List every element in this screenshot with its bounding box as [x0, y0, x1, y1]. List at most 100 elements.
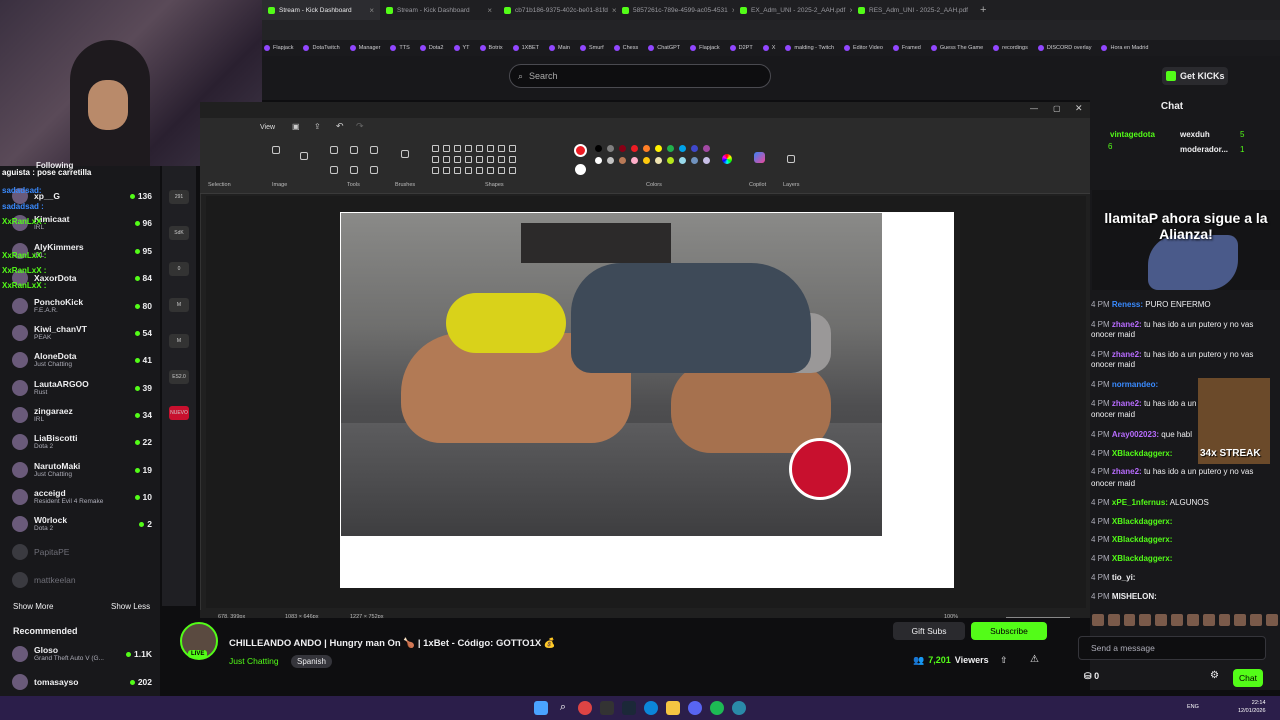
text-tool[interactable] [370, 146, 378, 154]
layers-icon[interactable] [787, 155, 795, 163]
shape-tool[interactable] [465, 156, 472, 163]
bookmark-item[interactable]: Guess The Game [930, 45, 983, 51]
palette-swatch[interactable] [655, 157, 662, 164]
bookmark-item[interactable]: YT [453, 45, 470, 51]
pasted-photo[interactable] [341, 213, 882, 536]
shape-tool[interactable] [454, 167, 461, 174]
recommended-item[interactable]: tomasayso 202 [12, 669, 152, 695]
chat-username[interactable]: zhane2: [1112, 320, 1142, 329]
chat-username[interactable]: tio_yi: [1112, 573, 1136, 582]
crop-tool[interactable] [300, 152, 308, 160]
address-bar[interactable] [260, 20, 1280, 40]
chat-username[interactable]: XBlackdaggerx: [1112, 449, 1172, 458]
windows-start-icon[interactable] [534, 701, 548, 715]
search-input[interactable]: ⌕ Search [509, 64, 771, 88]
shape-tool[interactable] [498, 145, 505, 152]
shape-tool[interactable] [443, 145, 450, 152]
new-tab-button[interactable]: + [980, 4, 986, 16]
select-tool[interactable] [272, 146, 280, 154]
channel-shortcut[interactable]: ES2.0 [169, 370, 189, 384]
palette-swatch[interactable] [595, 157, 602, 164]
palette-swatch[interactable] [703, 145, 710, 152]
following-item[interactable]: Kiwi_chanVT PEAK 54 [12, 320, 152, 346]
chat-username[interactable]: zhane2: [1112, 467, 1142, 476]
chat-input[interactable]: Send a message [1078, 636, 1266, 660]
settings-icon[interactable]: ⚙ [1210, 670, 1219, 681]
minimize-icon[interactable]: — [1030, 104, 1038, 113]
shape-tool[interactable] [432, 167, 439, 174]
following-item[interactable]: NarutoMaki Just Chatting 19 [12, 457, 152, 483]
chat-username[interactable]: Reness: [1112, 300, 1143, 309]
following-item[interactable]: LiaBiscotti Dota 2 22 [12, 429, 152, 455]
magnifier-tool[interactable] [370, 166, 378, 174]
palette-swatch[interactable] [619, 145, 626, 152]
brush-tool[interactable] [401, 150, 409, 158]
show-less-button[interactable]: Show Less [111, 602, 150, 611]
secondary-color-swatch[interactable] [575, 164, 586, 175]
bookmark-item[interactable]: Botrix [479, 45, 503, 51]
chat-username[interactable]: zhane2: [1112, 399, 1142, 408]
following-item[interactable]: AloneDota Just Chatting 41 [12, 347, 152, 373]
bookmark-item[interactable]: Chess [613, 45, 638, 51]
shape-tool[interactable] [476, 156, 483, 163]
channel-shortcut[interactable]: M [169, 334, 189, 348]
shape-tool[interactable] [443, 167, 450, 174]
palette-swatch[interactable] [607, 145, 614, 152]
chat-username[interactable]: zhane2: [1112, 350, 1142, 359]
channel-shortcut[interactable]: M [169, 298, 189, 312]
palette-swatch[interactable] [703, 157, 710, 164]
palette-swatch[interactable] [667, 145, 674, 152]
palette-swatch[interactable] [691, 145, 698, 152]
channel-shortcut[interactable]: 291 [169, 190, 189, 204]
shape-tool[interactable] [498, 167, 505, 174]
following-item[interactable]: W0rlock Dota 2 2 [12, 511, 152, 537]
spotify-icon[interactable] [710, 701, 724, 715]
folder-icon[interactable] [666, 701, 680, 715]
chat-username[interactable]: Aray002023: [1112, 430, 1159, 439]
pencil-tool[interactable] [330, 146, 338, 154]
edge-icon[interactable] [644, 701, 658, 715]
fill-tool[interactable] [350, 146, 358, 154]
subscribe-button[interactable]: Subscribe [971, 622, 1047, 640]
shape-tool[interactable] [454, 145, 461, 152]
chat-username[interactable]: normandeo: [1112, 380, 1158, 389]
bookmark-item[interactable]: recordings [993, 45, 1028, 51]
report-icon[interactable]: ⚠ [1030, 654, 1039, 665]
maximize-icon[interactable]: ▢ [1053, 104, 1061, 113]
send-chat-button[interactable]: Chat [1233, 669, 1263, 687]
following-item[interactable]: LautaARGOO Rust 39 [12, 375, 152, 401]
shape-tool[interactable] [487, 167, 494, 174]
bookmark-item[interactable]: X [762, 45, 775, 51]
show-more-button[interactable]: Show More [13, 602, 53, 611]
shape-tool[interactable] [465, 145, 472, 152]
palette-swatch[interactable] [619, 157, 626, 164]
channel-shortcut[interactable]: 0 [169, 262, 189, 276]
bookmark-item[interactable]: 1XBET [512, 45, 539, 51]
bookmark-item[interactable]: D2PT [729, 45, 753, 51]
steam-icon[interactable] [622, 701, 636, 715]
system-clock[interactable]: 22:14 12/01/2026 [1238, 699, 1266, 715]
bookmark-item[interactable]: Main [549, 45, 570, 51]
browser-icon[interactable] [732, 701, 746, 715]
palette-swatch[interactable] [691, 157, 698, 164]
view-menu[interactable]: View [260, 124, 275, 131]
bookmark-item[interactable]: TTS [390, 45, 410, 51]
app-icon[interactable] [600, 701, 614, 715]
save-icon[interactable]: ▣ [292, 122, 300, 131]
tab-close-icon[interactable]: × [369, 6, 374, 15]
browser-tab[interactable]: RES_Adm_UNI - 2025-2_AAH.pdf× [852, 0, 970, 20]
shape-tool[interactable] [454, 156, 461, 163]
shape-tool[interactable] [476, 145, 483, 152]
discord-icon[interactable] [688, 701, 702, 715]
channel-shortcut[interactable]: NUEVO [169, 406, 189, 420]
palette-swatch[interactable] [631, 145, 638, 152]
search-icon[interactable]: ⌕ [556, 701, 570, 715]
bookmark-item[interactable]: Flapjack [264, 45, 293, 51]
browser-tab[interactable]: Stream - Kick Dashboard × [262, 0, 380, 20]
eraser-tool[interactable] [330, 166, 338, 174]
shape-tool[interactable] [465, 167, 472, 174]
palette-swatch[interactable] [679, 157, 686, 164]
share-icon[interactable]: ⇪ [314, 122, 321, 131]
shape-tool[interactable] [509, 167, 516, 174]
share-icon[interactable]: ⇧ [1000, 655, 1008, 666]
